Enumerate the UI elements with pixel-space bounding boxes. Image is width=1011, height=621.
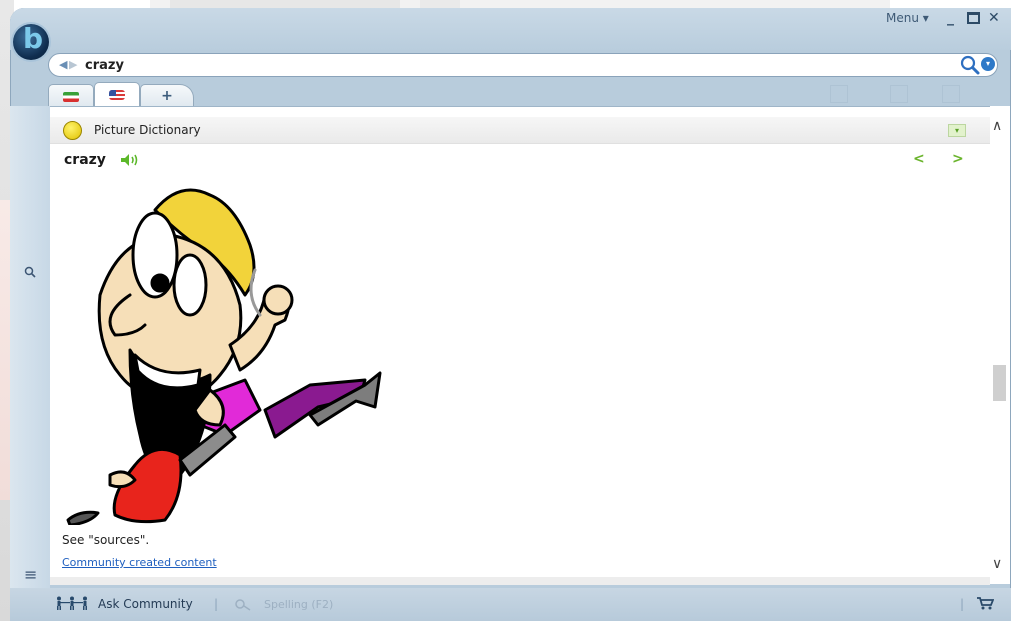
search-dropdown-icon[interactable]: ▾ <box>981 57 995 71</box>
scroll-down-button[interactable]: ∨ <box>992 556 1002 572</box>
faded-toolbar <box>830 83 970 105</box>
us-flag-icon <box>109 90 125 100</box>
menu-button[interactable]: Menu ▾ <box>886 11 929 25</box>
previous-picture-button[interactable]: < <box>913 151 925 167</box>
list-icon[interactable]: ≡ <box>24 565 37 584</box>
section-header: Picture Dictionary ▾ <box>50 117 990 144</box>
minimize-button[interactable]: _ <box>947 10 954 26</box>
status-separator: | <box>214 597 219 611</box>
entry-word: crazy <box>64 152 106 168</box>
next-section-header <box>50 577 990 585</box>
close-button[interactable]: ✕ <box>988 10 1000 26</box>
forward-arrow-icon[interactable]: ▶ <box>69 58 77 71</box>
tab-persian[interactable] <box>48 84 94 107</box>
status-separator: | <box>960 597 965 611</box>
spelling-button[interactable]: Spelling (F2) <box>264 598 333 611</box>
add-tab-button[interactable]: + <box>140 84 194 107</box>
clipboard-icon <box>890 85 908 103</box>
content-panel: Picture Dictionary ▾ crazy < > See "sour… <box>50 106 990 585</box>
next-picture-button[interactable]: > <box>952 151 964 167</box>
smiley-icon <box>63 121 82 140</box>
speaker-icon[interactable] <box>120 153 142 167</box>
sources-note: See "sources". <box>62 533 150 547</box>
section-title: Picture Dictionary <box>94 123 201 137</box>
cart-icon[interactable] <box>976 596 995 614</box>
spelling-icon <box>234 597 254 614</box>
vertical-scrollbar[interactable]: ∧ ∨ <box>990 106 1010 584</box>
search-bar: ◀ ▶ ▾ <box>48 53 998 77</box>
iran-flag-icon <box>63 92 79 102</box>
maximize-button[interactable] <box>967 12 980 24</box>
search-input[interactable] <box>85 54 905 76</box>
collapse-button[interactable]: ▾ <box>948 124 966 137</box>
crazy-cartoon-image <box>66 188 382 525</box>
dictionary-app-window: b Menu ▾ _ ✕ ◀ ▶ ▾ + ≡ Pict <box>10 8 1011 621</box>
community-icon <box>54 596 94 614</box>
desktop-background-accent <box>0 200 10 500</box>
ask-community-button[interactable]: Ask Community <box>98 597 193 611</box>
title-bar <box>10 8 1011 50</box>
search-icon[interactable] <box>24 266 36 278</box>
scroll-up-button[interactable]: ∧ <box>992 118 1002 134</box>
save-icon <box>942 85 960 103</box>
status-bar: Ask Community | Spelling (F2) | <box>10 588 1011 621</box>
tab-english[interactable] <box>94 82 140 107</box>
scroll-thumb[interactable] <box>993 365 1006 402</box>
back-arrow-icon[interactable]: ◀ <box>59 58 67 71</box>
search-icon[interactable] <box>959 55 981 75</box>
upload-icon <box>830 85 848 103</box>
app-logo-letter: b <box>23 22 44 55</box>
community-content-link[interactable]: Community created content <box>62 556 217 569</box>
left-rail: ≡ <box>10 106 50 596</box>
